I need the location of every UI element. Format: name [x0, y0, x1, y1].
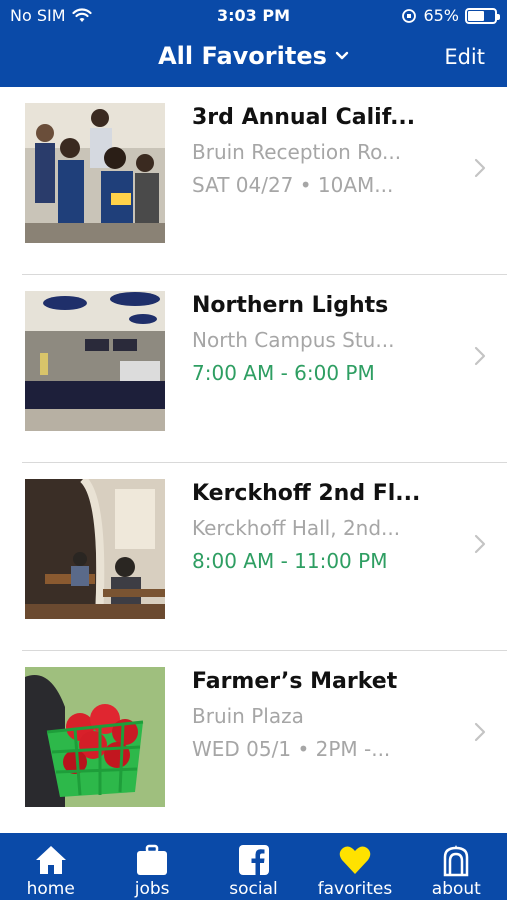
item-title: Farmer’s Market [192, 669, 398, 694]
tab-bar: home jobs social favorites about [0, 833, 507, 900]
favorites-list: 3rd Annual Calif... Bruin Reception Ro..… [0, 87, 507, 839]
chevron-down-icon [335, 51, 349, 60]
chevron-right-icon [474, 722, 486, 742]
tab-label: about [431, 879, 481, 899]
list-item[interactable]: Northern Lights North Campus Stu... 7:00… [0, 275, 507, 463]
page-title: All Favorites [158, 42, 327, 70]
item-location: Bruin Reception Ro... [192, 140, 402, 164]
tab-favorites[interactable]: favorites [304, 833, 405, 900]
item-hours: 8:00 AM - 11:00 PM [192, 549, 388, 573]
tab-label: jobs [134, 879, 170, 899]
home-icon [35, 846, 66, 874]
tab-home[interactable]: home [0, 833, 101, 900]
tab-label: home [26, 879, 75, 899]
item-location: North Campus Stu... [192, 328, 395, 352]
study-hall-photo [25, 479, 165, 619]
tab-social[interactable]: social [203, 833, 304, 900]
chevron-right-icon [474, 346, 486, 366]
tab-label: social [229, 879, 278, 899]
facebook-icon [238, 845, 269, 875]
tab-label: favorites [317, 879, 393, 899]
item-detail: SAT 04/27 • 10AM... [192, 173, 394, 197]
chevron-right-icon [474, 534, 486, 554]
list-item[interactable]: Kerckhoff 2nd Fl... Kerckhoff Hall, 2nd.… [0, 463, 507, 651]
item-hours: 7:00 AM - 6:00 PM [192, 361, 375, 385]
navigation-bar: All Favorites Edit [0, 30, 507, 87]
tab-jobs[interactable]: jobs [101, 833, 202, 900]
tab-about[interactable]: about [406, 833, 507, 900]
status-right: 65% [401, 6, 500, 25]
tower-icon [444, 845, 469, 877]
item-title: Northern Lights [192, 293, 389, 318]
item-location: Kerckhoff Hall, 2nd... [192, 516, 401, 540]
heart-icon [339, 846, 371, 874]
favorites-filter-dropdown[interactable]: All Favorites [0, 42, 507, 70]
item-detail: WED 05/1 • 2PM -... [192, 737, 391, 761]
briefcase-icon [137, 844, 168, 875]
battery-icon [465, 7, 500, 24]
status-bar: No SIM 3:03 PM 65% [0, 0, 507, 30]
battery-percent: 65% [423, 6, 459, 25]
item-location: Bruin Plaza [192, 704, 304, 728]
list-item[interactable]: Farmer’s Market Bruin Plaza WED 05/1 • 2… [0, 651, 507, 839]
chevron-right-icon [474, 158, 486, 178]
item-title: 3rd Annual Calif... [192, 105, 416, 130]
event-photo [25, 103, 165, 243]
orientation-lock-icon [402, 8, 417, 23]
strawberries-photo [25, 667, 165, 807]
edit-button[interactable]: Edit [444, 45, 485, 69]
list-item[interactable]: 3rd Annual Calif... Bruin Reception Ro..… [0, 87, 507, 275]
item-title: Kerckhoff 2nd Fl... [192, 481, 421, 506]
dining-photo [25, 291, 165, 431]
